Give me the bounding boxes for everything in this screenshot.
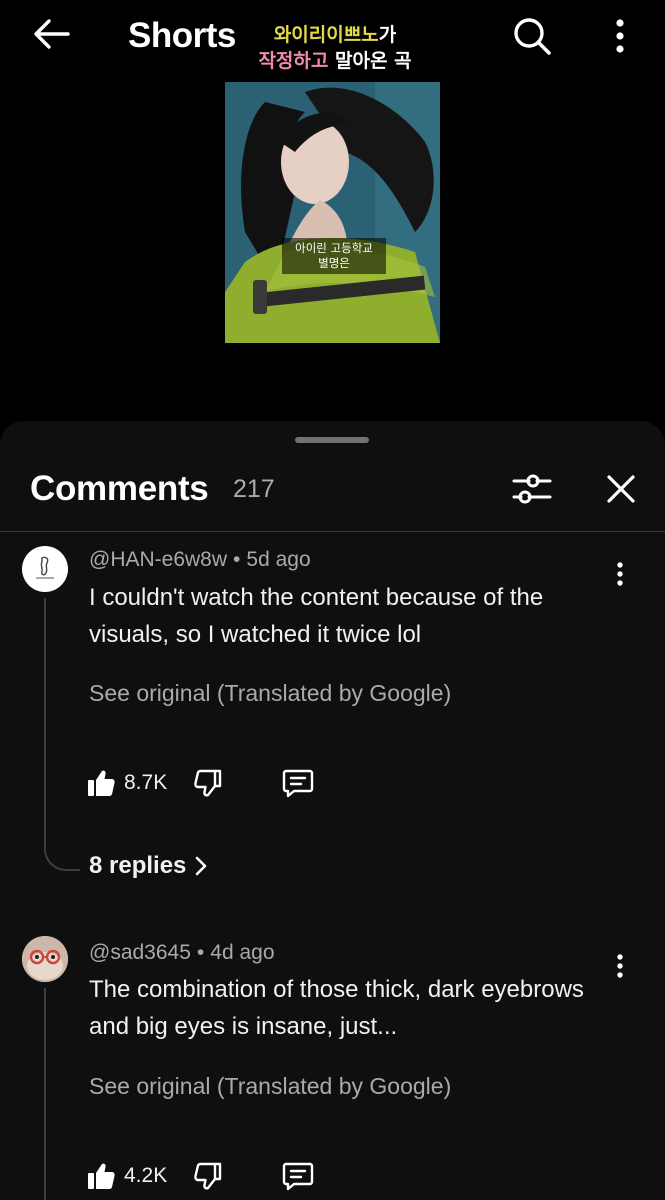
caption-line-1: 와이리이쁘노가: [240, 22, 430, 48]
avatar[interactable]: [22, 546, 68, 592]
thumb-down-icon: [194, 1162, 222, 1190]
dislike-button[interactable]: [190, 765, 226, 801]
thumb-down-icon: [194, 769, 222, 797]
filter-icon: [512, 474, 552, 504]
replies-label: 8 replies: [89, 852, 187, 879]
subtitle-line: 아이린 고등학교: [295, 241, 373, 255]
comments-sheet: Comments 217 @HAN-e6w8w • 5d ago I could…: [0, 421, 665, 1200]
comment-item: @sad3645 • 4d ago The combination of those…: [0, 936, 665, 1200]
avatar[interactable]: [22, 936, 68, 982]
view-replies-button[interactable]: 8 replies: [89, 852, 208, 880]
meta-separator: •: [196, 941, 205, 964]
chevron-right-icon: [196, 856, 207, 876]
search-button[interactable]: [508, 12, 556, 60]
comments-count: 217: [233, 475, 275, 503]
search-icon: [514, 18, 551, 55]
comment-author[interactable]: @HAN-e6w8w: [89, 548, 227, 571]
video-subtitle: 아이린 고등학교 별명은: [282, 238, 386, 274]
more-vert-icon: [617, 954, 623, 978]
close-button[interactable]: [598, 465, 644, 513]
header-divider: [0, 531, 665, 532]
caption-text: 작정하고: [258, 50, 329, 72]
shorts-screen: Shorts 와이리이쁘노가 작정하고 말아온 곡 아이린 고등학교 별명은 C…: [0, 0, 665, 1200]
comment-meta: @sad3645 • 4d ago: [89, 941, 275, 965]
video-thumbnail-image: [225, 82, 440, 343]
thumb-up-icon: [88, 770, 115, 796]
see-original-link[interactable]: See original (Translated by Google): [89, 680, 451, 707]
page-title: Shorts: [128, 16, 236, 55]
avatar-photo-icon: [22, 936, 68, 982]
reply-button[interactable]: [280, 1158, 316, 1194]
comment-reply-icon: [282, 1162, 314, 1191]
thread-curve: [44, 839, 80, 871]
video-player[interactable]: 아이린 고등학교 별명은: [225, 82, 440, 343]
like-button[interactable]: 4.2K: [86, 1158, 167, 1194]
like-count: 8.7K: [124, 771, 168, 794]
more-vert-icon: [617, 562, 623, 586]
avatar-logo-icon: [36, 556, 54, 579]
thread-line: [44, 988, 46, 1200]
close-icon: [607, 475, 635, 503]
thumb-up-icon: [88, 1163, 115, 1189]
comments-header: Comments 217: [0, 449, 665, 531]
like-button[interactable]: 8.7K: [86, 765, 167, 801]
reply-button[interactable]: [280, 765, 316, 801]
video-caption: 와이리이쁘노가 작정하고 말아온 곡: [240, 22, 430, 74]
caption-text: 와이리이쁘노: [273, 24, 379, 46]
more-vert-icon: [616, 19, 624, 53]
comment-meta: @HAN-e6w8w • 5d ago: [89, 548, 311, 572]
comment-reply-icon: [282, 769, 314, 798]
comments-title: Comments: [30, 469, 209, 508]
caption-text: 가: [378, 24, 397, 46]
thread-line: [44, 598, 46, 842]
comment-text: I couldn't watch the content because of …: [89, 584, 544, 648]
more-options-button[interactable]: [598, 12, 642, 60]
sort-filter-button[interactable]: [508, 465, 556, 513]
caption-text: 말아온 곡: [328, 50, 412, 72]
subtitle-line: 별명은: [318, 256, 350, 270]
comment-age: 4d ago: [210, 941, 275, 964]
dislike-button[interactable]: [190, 1158, 226, 1194]
comment-item: @HAN-e6w8w • 5d ago I couldn't watch the c…: [0, 546, 665, 886]
drag-handle[interactable]: [295, 437, 369, 443]
comment-age: 5d ago: [246, 548, 311, 571]
see-original-link[interactable]: See original (Translated by Google): [89, 1073, 451, 1100]
meta-separator: •: [233, 548, 241, 571]
comment-author[interactable]: @sad3645: [89, 941, 191, 964]
caption-line-2: 작정하고 말아온 곡: [240, 48, 430, 74]
back-button[interactable]: [28, 14, 74, 54]
comment-text: The combination of those thick, dark eye…: [89, 976, 584, 1040]
like-count: 4.2K: [124, 1164, 168, 1187]
arrow-left-icon: [34, 19, 70, 49]
